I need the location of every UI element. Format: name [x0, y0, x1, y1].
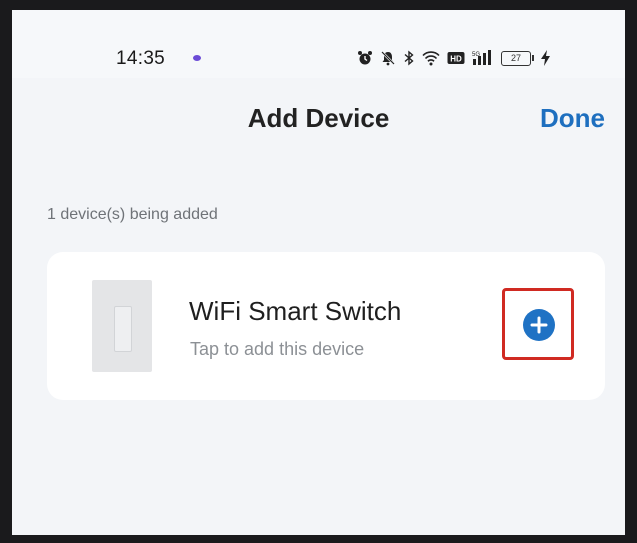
device-card[interactable]: WiFi Smart Switch Tap to add this device — [47, 252, 605, 400]
wall-switch-image — [92, 280, 152, 372]
plus-icon — [530, 316, 548, 334]
svg-text:HD: HD — [450, 55, 462, 64]
device-subtitle: Tap to add this device — [190, 339, 365, 359]
wifi-icon — [422, 50, 440, 66]
bluetooth-icon — [403, 50, 415, 66]
device-name: WiFi Smart Switch — [189, 296, 402, 326]
add-button-highlight — [502, 288, 574, 360]
status-time: 14:35 — [116, 48, 166, 69]
nav-bar: Add Device Done — [12, 78, 625, 156]
notification-dot-icon — [193, 55, 201, 61]
adding-status-label: 1 device(s) being added — [47, 206, 218, 223]
hd-icon: HD — [447, 51, 465, 65]
phone-screen: 14:35 HD 5G 27 Add Device Done 1 device(… — [12, 10, 625, 535]
charging-icon — [541, 50, 550, 66]
battery-icon: 27 — [501, 50, 534, 66]
cellular-signal-icon: 5G — [472, 50, 494, 66]
battery-level: 27 — [501, 50, 531, 66]
status-icons: HD 5G 27 — [357, 47, 550, 69]
status-bar: 14:35 HD 5G 27 — [12, 10, 625, 78]
alarm-icon — [357, 50, 373, 66]
page-title: Add Device — [247, 103, 390, 133]
mute-icon — [380, 50, 396, 66]
add-device-button[interactable] — [523, 309, 555, 341]
done-button[interactable]: Done — [540, 103, 605, 134]
